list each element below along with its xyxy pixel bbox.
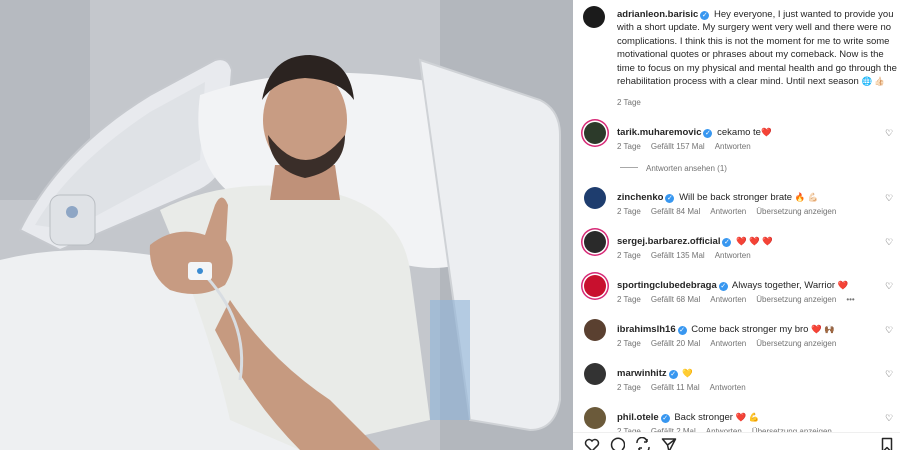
comment-text: Will be back stronger brate <box>679 192 793 203</box>
bookmark-icon[interactable] <box>879 437 895 450</box>
comment-likes[interactable]: Gefällt 135 Mal <box>651 251 705 260</box>
send-icon[interactable] <box>661 437 677 450</box>
comment-time: 2 Tage <box>617 207 641 216</box>
verified-badge-icon: ✓ <box>718 282 728 291</box>
comment-time: 2 Tage <box>617 339 641 348</box>
comment-text: Always together, Warrior <box>731 280 836 291</box>
more-options-icon[interactable]: ••• <box>846 295 854 304</box>
verified-badge-icon: ✓ <box>703 129 713 138</box>
comment-emoji: 🔥 💪🏻 <box>794 192 819 202</box>
comment-username[interactable]: sergej.barbarez.official <box>617 236 720 247</box>
caption-time: 2 Tage <box>617 98 641 107</box>
comment-emoji: ❤️ 💪 <box>735 412 760 422</box>
commenter-avatar[interactable] <box>584 407 606 429</box>
reply-button[interactable]: Antworten <box>715 142 751 151</box>
translate-button[interactable]: Übersetzung anzeigen <box>756 339 836 348</box>
view-replies-button[interactable]: Antworten ansehen (1) <box>620 164 727 173</box>
comment-username[interactable]: marwinhitz <box>617 368 667 379</box>
caption-body: Hey everyone, I just wanted to provide y… <box>617 9 897 88</box>
comment-username[interactable]: ibrahimslh16 <box>617 324 676 335</box>
comment-username[interactable]: phil.otele <box>617 412 659 423</box>
verified-badge-icon: ✓ <box>660 414 670 423</box>
reply-button[interactable]: Antworten <box>710 207 746 216</box>
post-photo[interactable] <box>0 0 573 450</box>
like-comment-heart-icon[interactable]: ♡ <box>884 413 894 423</box>
like-comment-heart-icon[interactable]: ♡ <box>884 281 894 291</box>
commenter-avatar[interactable] <box>584 363 606 385</box>
like-comment-heart-icon[interactable]: ♡ <box>884 369 894 379</box>
comment-time: 2 Tage <box>617 251 641 260</box>
like-comment-heart-icon[interactable]: ♡ <box>884 128 894 138</box>
comment-emoji: ❤️ 🙌🏾 <box>811 324 835 334</box>
comment-text: cekamo te <box>717 127 761 138</box>
like-comment-heart-icon[interactable]: ♡ <box>884 325 894 335</box>
translate-button[interactable]: Übersetzung anzeigen <box>756 295 836 304</box>
post-sidebar: adrianleon.barisic ✓ Hey everyone, I just… <box>573 0 900 450</box>
comment-likes[interactable]: Gefällt 20 Mal <box>651 339 700 348</box>
verified-badge-icon: ✓ <box>665 194 675 203</box>
comment-time: 2 Tage <box>617 295 641 304</box>
commenter-avatar[interactable] <box>584 231 606 253</box>
patient-photo-illustration <box>0 0 573 450</box>
commenter-avatar[interactable] <box>584 275 606 297</box>
comment-text: Back stronger <box>674 412 733 423</box>
comment-icon[interactable] <box>609 437 625 450</box>
comment-username[interactable]: tarik.muharemovic <box>617 127 701 138</box>
like-comment-heart-icon[interactable]: ♡ <box>884 237 894 247</box>
author-username[interactable]: adrianleon.barisic <box>617 9 698 20</box>
comment-time: 2 Tage <box>617 383 641 392</box>
comment-emoji: ❤️ <box>760 127 772 137</box>
like-comment-heart-icon[interactable]: ♡ <box>884 193 894 203</box>
share-icon[interactable] <box>635 437 651 450</box>
caption-emoji: 🌐 👍🏻 <box>861 76 886 87</box>
comment-likes[interactable]: Gefällt 11 Mal <box>651 383 700 392</box>
commenter-avatar[interactable] <box>584 122 606 144</box>
verified-badge-icon: ✓ <box>700 11 710 20</box>
verified-badge-icon: ✓ <box>722 238 732 247</box>
heart-icon[interactable] <box>584 437 600 450</box>
comment-username[interactable]: sportingclubedebraga <box>617 280 717 291</box>
commenter-avatar[interactable] <box>584 187 606 209</box>
reply-button[interactable]: Antworten <box>710 383 746 392</box>
reply-button[interactable]: Antworten <box>710 295 746 304</box>
translate-button[interactable]: Übersetzung anzeigen <box>756 207 836 216</box>
comment-likes[interactable]: Gefällt 157 Mal <box>651 142 705 151</box>
comment-emoji: 💛 <box>682 368 693 378</box>
verified-badge-icon: ✓ <box>668 370 678 379</box>
comment-username[interactable]: zinchenko <box>617 192 663 203</box>
caption-text: adrianleon.barisic ✓ Hey everyone, I just… <box>617 8 899 88</box>
divider-line <box>620 167 638 168</box>
comment-emoji: ❤️ <box>837 280 849 290</box>
verified-badge-icon: ✓ <box>677 326 687 335</box>
author-avatar[interactable] <box>583 6 605 28</box>
post-action-bar <box>573 432 900 450</box>
reply-button[interactable]: Antworten <box>710 339 746 348</box>
comment-text: Come back stronger my bro <box>691 324 809 335</box>
comment-likes[interactable]: Gefällt 68 Mal <box>651 295 700 304</box>
view-replies-label: Antworten ansehen (1) <box>646 164 727 173</box>
comment-likes[interactable]: Gefällt 84 Mal <box>651 207 700 216</box>
comment-time: 2 Tage <box>617 142 641 151</box>
reply-button[interactable]: Antworten <box>715 251 751 260</box>
comment-emoji: ❤️ ❤️ ❤️ <box>736 236 773 246</box>
commenter-avatar[interactable] <box>584 319 606 341</box>
